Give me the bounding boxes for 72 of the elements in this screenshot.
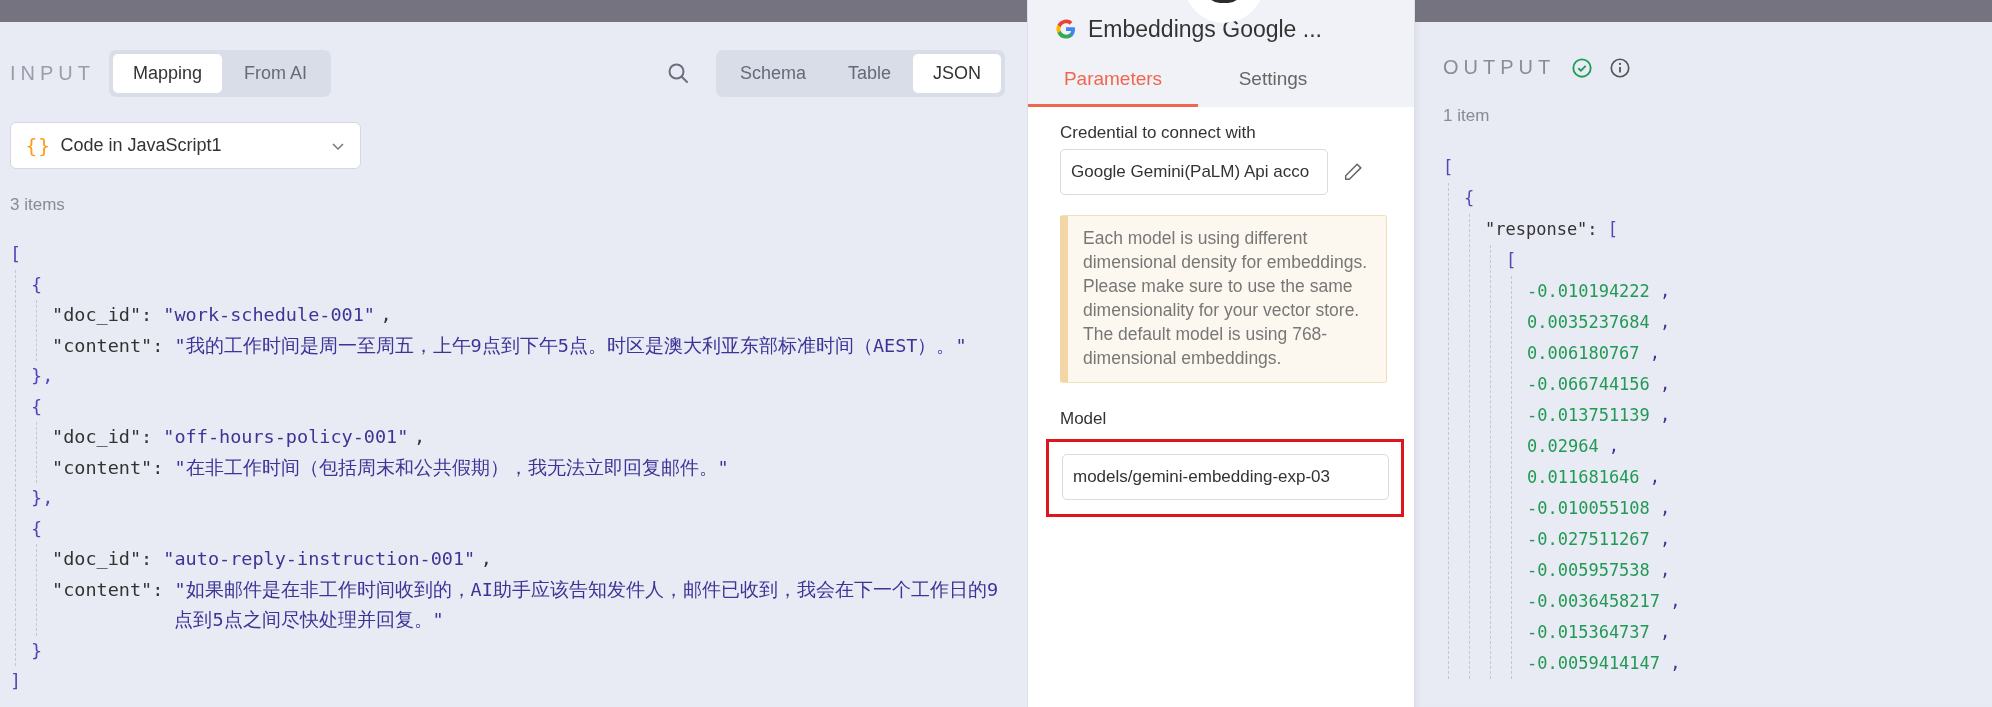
json-bracket: [	[1506, 249, 1517, 272]
json-number: 0.011681646	[1527, 466, 1640, 489]
json-comma: ,	[1660, 280, 1671, 303]
field-label: Credential to connect with	[1060, 123, 1257, 143]
g-logo-icon	[1054, 17, 1078, 41]
json-comma: ,	[1670, 590, 1681, 613]
json-bracket: ]	[10, 669, 22, 693]
json-value: "在非工作时间（包括周末和公共假期），我无法立即回复邮件。"	[174, 455, 730, 480]
json-bracket: },	[31, 364, 54, 388]
json-key: "response":	[1485, 214, 1598, 245]
json-comma: ,	[1660, 311, 1671, 334]
json-key: "doc_id":	[52, 422, 153, 453]
json-number: -0.005957538	[1527, 559, 1650, 582]
json-number: -0.013751139	[1527, 404, 1650, 427]
json-bracket: },	[31, 486, 54, 510]
notice-text: Each model is using different dimensional density for embeddings. Please make sure to use the same dimensionality for your vector store. The default model is using 768-dimensional embeddings.	[1060, 215, 1387, 383]
json-comma: ,	[1660, 404, 1671, 427]
item-count: 1 item	[1443, 106, 1491, 126]
json-number: -0.010055108	[1527, 497, 1650, 520]
json-comma: ,	[1660, 621, 1671, 644]
json-number: -0.0036458217	[1527, 590, 1661, 613]
json-number: -0.027511267	[1527, 528, 1650, 551]
json-number: -0.066744156	[1527, 373, 1650, 396]
json-bracket: [	[1443, 156, 1454, 179]
json-number: -0.0059414147	[1527, 652, 1661, 675]
credential-select[interactable]: Google Gemini(PaLM) Api acco	[1060, 149, 1328, 195]
json-comma: ,	[1660, 528, 1671, 551]
panel-title: OUTPUT	[1443, 56, 1556, 79]
item-count: 3 items	[10, 195, 66, 215]
view-tab[interactable]: Table	[827, 53, 911, 93]
json-bracket: }	[31, 638, 43, 663]
json-bracket: {	[31, 516, 43, 541]
node-title: Embeddings Google ...	[1088, 15, 1322, 43]
view-tab[interactable]: Schema	[719, 53, 826, 93]
model-field[interactable]: models/gemini-embedding-exp-03	[1062, 454, 1389, 500]
panel-title: INPUT	[10, 61, 95, 85]
json-comma: ,	[1670, 652, 1681, 675]
info-icon[interactable]	[1609, 56, 1632, 79]
json-comma: ,	[1649, 466, 1661, 489]
json-comma: ,	[1649, 342, 1661, 365]
json-bracket: [	[1607, 218, 1619, 241]
json-key: "content":	[52, 574, 164, 636]
json-value: "off-hours-policy-001" ,	[163, 425, 427, 449]
json-number: 0.006180767	[1527, 342, 1640, 365]
field-label: Model	[1060, 409, 1108, 429]
json-comma: ,	[1608, 435, 1620, 458]
json-value: "work-schedule-001" ,	[163, 303, 393, 327]
json-bracket: {	[1464, 187, 1475, 210]
panel-tab[interactable]: Settings	[1198, 60, 1348, 107]
node-select[interactable]: {} Code in JavaScript1	[10, 122, 361, 169]
json-key: "content":	[52, 330, 164, 361]
json-number: -0.010194222	[1527, 280, 1650, 303]
json-value: "我的工作时间是周一至周五，上午9点到下午5点。时区是澳大利亚东部标准时间（AEST）。"	[174, 333, 968, 358]
json-bracket: {	[31, 394, 43, 419]
view-tab[interactable]: JSON	[913, 53, 1001, 93]
json-comma: ,	[1660, 373, 1671, 396]
json-number: 0.02964	[1527, 435, 1599, 458]
pencil-icon[interactable]	[1342, 161, 1364, 183]
json-bracket: [	[10, 242, 22, 266]
json-number: -0.015364737	[1527, 621, 1650, 644]
json-value: "auto-reply-instruction-001" ,	[163, 547, 493, 571]
mode-tab[interactable]: Mapping	[113, 53, 223, 93]
json-key: "doc_id":	[52, 300, 153, 331]
json-comma: ,	[1660, 559, 1671, 582]
json-value: "如果邮件是在非工作时间收到的，AI助手应该告知发件人，邮件已收到，我会在下一个工作日的9点到5点之间尽快处理并回复。"	[174, 577, 1000, 632]
json-key: "doc_id":	[52, 544, 153, 575]
json-number: 0.0035237684	[1527, 311, 1650, 334]
search-icon[interactable]	[665, 61, 690, 85]
mode-tab[interactable]: From AI	[224, 53, 328, 93]
json-comma: ,	[1660, 497, 1671, 520]
json-key: "content":	[52, 452, 164, 483]
json-bracket: {	[31, 272, 43, 297]
